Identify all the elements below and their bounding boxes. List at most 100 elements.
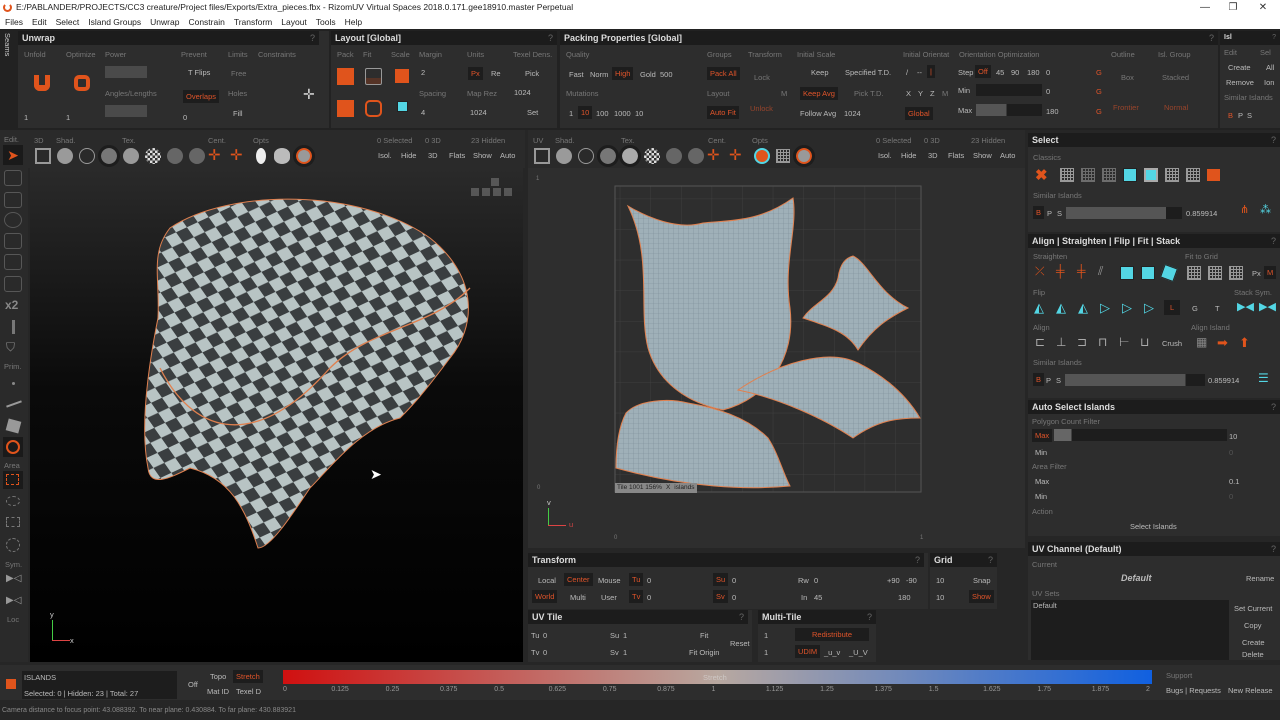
- world-button[interactable]: World: [532, 590, 558, 603]
- grid-value-1[interactable]: 10: [936, 576, 944, 585]
- similarity-slider[interactable]: [1066, 207, 1182, 219]
- optimize-tool[interactable]: [4, 276, 22, 292]
- rotate-180[interactable]: 180: [898, 593, 911, 602]
- select-similar-all-icon[interactable]: ⁂: [1260, 203, 1271, 216]
- off-button[interactable]: Off: [188, 680, 198, 689]
- stack-sym-1-icon[interactable]: ▶◀: [1237, 300, 1254, 313]
- angles-lengths-slider[interactable]: [105, 105, 147, 117]
- user-button[interactable]: User: [601, 593, 617, 602]
- menu-island-groups[interactable]: Island Groups: [88, 15, 141, 29]
- bugs-requests-link[interactable]: Bugs | Requests: [1166, 686, 1221, 695]
- orient-diag[interactable]: /: [906, 68, 908, 77]
- redistribute-button[interactable]: Redistribute: [795, 628, 869, 641]
- join-button[interactable]: Ion: [1264, 78, 1274, 87]
- select-grow-icon[interactable]: [1123, 168, 1137, 182]
- menu-layout[interactable]: Layout: [281, 15, 307, 29]
- orient-vertical[interactable]: |: [927, 65, 935, 78]
- prevent-value[interactable]: 0: [183, 113, 187, 122]
- uv-lower-button[interactable]: _u_v: [824, 648, 840, 657]
- step-value[interactable]: 0: [1046, 68, 1050, 77]
- min-slider[interactable]: [976, 84, 1042, 96]
- center-selection-icon[interactable]: ✛: [729, 146, 742, 164]
- rw-value[interactable]: 0: [814, 576, 818, 585]
- map-rez-value[interactable]: 1024: [470, 108, 487, 117]
- quality-norm[interactable]: Norm: [590, 70, 608, 79]
- specified-td-button[interactable]: Specified T.D.: [845, 68, 891, 77]
- straighten-v-icon[interactable]: ╪: [1056, 264, 1065, 278]
- global-button[interactable]: Global: [905, 107, 933, 120]
- tv-value[interactable]: 0: [647, 593, 651, 602]
- seams-tab[interactable]: Seams: [2, 33, 12, 93]
- pack-all-button[interactable]: Pack All: [707, 67, 740, 80]
- fit-grid-px[interactable]: Px: [1252, 269, 1261, 278]
- unfold-button[interactable]: [34, 75, 50, 91]
- step-global-toggle[interactable]: G: [1096, 68, 1102, 77]
- orient-z[interactable]: Z: [930, 89, 935, 98]
- rect-area-button[interactable]: [3, 471, 23, 489]
- straighten-diag-icon[interactable]: ⤫: [1035, 264, 1045, 279]
- quality-fast[interactable]: Fast: [569, 70, 584, 79]
- ellipse-icon[interactable]: [274, 148, 290, 164]
- keep-button[interactable]: Keep: [811, 68, 829, 77]
- udim-button[interactable]: UDIM: [795, 645, 821, 658]
- straighten-h-icon[interactable]: ╪: [1077, 264, 1086, 278]
- align-top-icon[interactable]: ⊓: [1098, 335, 1107, 349]
- min-value[interactable]: 0: [1046, 87, 1050, 96]
- unfold-tool[interactable]: [4, 254, 22, 270]
- delete-button[interactable]: Delete: [1242, 650, 1264, 659]
- straighten-grid-icon[interactable]: [1120, 266, 1134, 280]
- lasso-icon[interactable]: [6, 496, 20, 506]
- select-shrink-icon[interactable]: [1144, 168, 1158, 182]
- shade-wire-icon[interactable]: [79, 148, 95, 164]
- flip-h-icon[interactable]: ◭: [1034, 300, 1044, 316]
- pack-icon[interactable]: [337, 68, 354, 85]
- flip-global-button[interactable]: G: [1192, 304, 1198, 313]
- quality-gold[interactable]: Gold: [640, 70, 656, 79]
- help-button[interactable]: ?: [1272, 31, 1276, 45]
- show-grid-button[interactable]: Show: [969, 590, 994, 603]
- background-icon[interactable]: [793, 145, 815, 167]
- rotate-plus-90[interactable]: +90: [887, 576, 900, 585]
- poly-max-value[interactable]: 10: [1229, 432, 1237, 441]
- straighten-rotated-icon[interactable]: [1160, 264, 1178, 282]
- mutations-100[interactable]: 100: [596, 109, 609, 118]
- select-ring-icon[interactable]: [1186, 168, 1200, 182]
- help-button[interactable]: ?: [739, 610, 744, 624]
- topo-button[interactable]: Topo: [210, 672, 226, 681]
- minimize-button[interactable]: —: [1190, 0, 1220, 15]
- isolate-button[interactable]: Isol.: [378, 151, 392, 160]
- rename-button[interactable]: Rename: [1246, 574, 1274, 583]
- similar-p[interactable]: P: [1238, 111, 1243, 120]
- isolate-button[interactable]: Isol.: [878, 151, 892, 160]
- multi-tile-value-2[interactable]: 1: [764, 648, 768, 657]
- scale-uniform-icon[interactable]: [397, 101, 408, 112]
- flats-button[interactable]: Flats: [948, 151, 964, 160]
- stretch-button[interactable]: Stretch: [233, 670, 263, 683]
- set-button[interactable]: Set: [527, 108, 538, 117]
- sv-label[interactable]: Sv: [713, 590, 728, 603]
- min-global-toggle[interactable]: G: [1096, 87, 1102, 96]
- multi-tile-value-1[interactable]: 1: [764, 631, 768, 640]
- copy-button[interactable]: Copy: [1244, 621, 1262, 630]
- viewport-uv[interactable]: Tile 1001 156% X islands 0 1 0 1 v u: [528, 168, 1025, 548]
- tv-value[interactable]: 0: [543, 648, 547, 657]
- align-center-v-icon[interactable]: ⊢: [1119, 335, 1129, 349]
- tex-checker-icon[interactable]: [644, 148, 660, 164]
- tex-map2-icon[interactable]: [688, 148, 704, 164]
- align-island-up-icon[interactable]: ⬆: [1239, 335, 1250, 351]
- align-left-icon[interactable]: ⊏: [1035, 335, 1045, 349]
- optimize-iterations[interactable]: 1: [66, 113, 70, 122]
- fit-multi-icon[interactable]: [365, 100, 382, 117]
- edge-loop-tool[interactable]: [4, 192, 22, 208]
- keep-avg-button[interactable]: Keep Avg: [800, 87, 838, 100]
- help-button[interactable]: ?: [1271, 400, 1276, 414]
- tu-label[interactable]: Tu: [629, 573, 644, 586]
- free-button[interactable]: Free: [231, 69, 246, 78]
- show-3d-button[interactable]: 3D: [928, 151, 938, 160]
- flip-v2-icon[interactable]: ▷: [1122, 300, 1132, 316]
- similar-p[interactable]: P: [1047, 209, 1052, 218]
- fit-icon[interactable]: [365, 68, 382, 85]
- similar-s[interactable]: S: [1247, 111, 1252, 120]
- auto-button[interactable]: Auto: [500, 151, 515, 160]
- lock-button[interactable]: Lock: [754, 73, 770, 82]
